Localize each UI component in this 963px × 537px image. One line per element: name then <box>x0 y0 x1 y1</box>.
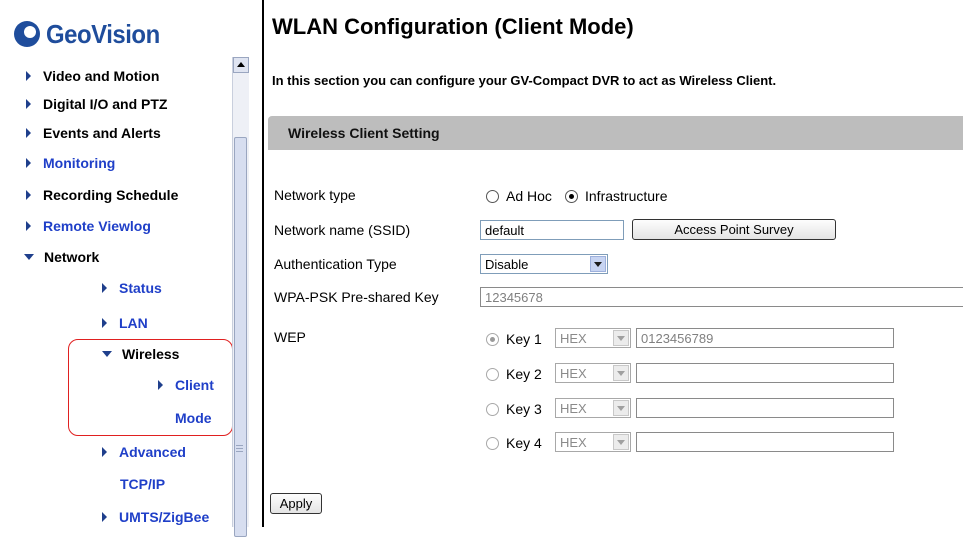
wep-key1-format-select[interactable]: HEX <box>555 328 631 348</box>
auth-type-label: Authentication Type <box>274 256 397 272</box>
wep-key4-radio[interactable] <box>486 437 499 450</box>
nav-item-network[interactable]: Network <box>24 249 99 265</box>
nav-item-video-motion[interactable]: Video and Motion <box>26 68 159 84</box>
expand-arrow-icon <box>26 190 31 200</box>
psk-input[interactable] <box>480 287 963 307</box>
wep-key3-format-select[interactable]: HEX <box>555 398 631 418</box>
nav-item-advanced-tcpip[interactable]: Advanced <box>102 444 186 460</box>
infrastructure-label[interactable]: Infrastructure <box>585 188 667 204</box>
nav-item-events-alerts[interactable]: Events and Alerts <box>26 125 161 141</box>
section-header: Wireless Client Setting <box>268 116 963 150</box>
intro-text: In this section you can configure your G… <box>272 73 777 88</box>
wep-key4-format-select[interactable]: HEX <box>555 432 631 452</box>
wep-key4-label: Key 4 <box>506 435 542 451</box>
wep-key1-format: HEX <box>560 331 587 346</box>
nav-item-label: Monitoring <box>43 155 116 171</box>
apply-button[interactable]: Apply <box>270 493 322 514</box>
main-content: WLAN Configuration (Client Mode) In this… <box>264 0 963 527</box>
nav-item-label: Remote Viewlog <box>43 218 151 234</box>
wep-key4-input[interactable] <box>636 432 894 452</box>
sidebar: GeoVision Video and Motion Digital I/O a… <box>0 0 262 537</box>
wep-key3-input[interactable] <box>636 398 894 418</box>
expand-arrow-icon <box>26 71 31 81</box>
nav-item-label: Advanced <box>119 444 186 460</box>
network-type-label: Network type <box>274 187 356 203</box>
adhoc-label[interactable]: Ad Hoc <box>506 188 552 204</box>
wep-key3-radio[interactable] <box>486 403 499 416</box>
expand-arrow-icon <box>26 221 31 231</box>
expand-arrow-icon <box>102 318 107 328</box>
nav-item-label: LAN <box>119 315 148 331</box>
ssid-label: Network name (SSID) <box>274 222 411 238</box>
nav-item-digital-io-ptz[interactable]: Digital I/O and PTZ <box>26 96 167 112</box>
wep-key2-label: Key 2 <box>506 366 542 382</box>
nav-item-recording-schedule[interactable]: Recording Schedule <box>26 187 178 203</box>
nav-item-label: Events and Alerts <box>43 125 161 141</box>
nav-item-label: Video and Motion <box>43 68 160 84</box>
expand-arrow-icon <box>26 99 31 109</box>
nav-item-remote-viewlog[interactable]: Remote Viewlog <box>26 218 151 234</box>
expand-arrow-icon <box>102 447 107 457</box>
chevron-down-icon[interactable] <box>613 400 629 416</box>
geovision-logo: GeoVision <box>12 14 170 54</box>
geovision-logo-icon <box>12 19 42 49</box>
wep-key1-input[interactable] <box>636 328 894 348</box>
expand-arrow-icon <box>26 128 31 138</box>
chevron-down-icon[interactable] <box>613 434 629 450</box>
wep-key3-label: Key 3 <box>506 401 542 417</box>
section-title: Wireless Client Setting <box>288 125 440 141</box>
scroll-up-icon[interactable] <box>233 57 249 73</box>
expand-arrow-icon <box>102 283 107 293</box>
chevron-down-icon[interactable] <box>613 365 629 381</box>
access-point-survey-button[interactable]: Access Point Survey <box>632 219 836 240</box>
nav-scrollbar[interactable] <box>232 57 249 537</box>
wep-key3-format: HEX <box>560 401 587 416</box>
wep-key2-format-select[interactable]: HEX <box>555 363 631 383</box>
scrollbar-thumb[interactable] <box>234 137 247 537</box>
chevron-down-icon[interactable] <box>613 330 629 346</box>
auth-type-select[interactable]: Disable <box>480 254 608 274</box>
nav-item-label: Digital I/O and PTZ <box>43 96 168 112</box>
wep-label: WEP <box>274 329 306 345</box>
nav-item-label: Network <box>44 249 100 265</box>
brand-name: GeoVision <box>46 18 160 49</box>
nav-item-label: Status <box>119 280 162 296</box>
wep-key1-radio[interactable] <box>486 333 499 346</box>
infrastructure-radio[interactable] <box>565 190 578 203</box>
nav-item-monitoring[interactable]: Monitoring <box>26 155 115 171</box>
auth-type-value: Disable <box>485 257 529 272</box>
selected-item-highlight <box>68 339 233 436</box>
scrollbar-grip-icon <box>236 445 243 453</box>
expand-arrow-icon <box>102 512 107 522</box>
nav-item-advanced-tcpip-line2[interactable]: TCP/IP <box>120 476 165 492</box>
nav-item-label: UMTS/ZigBee <box>119 509 210 525</box>
nav-item-lan[interactable]: LAN <box>102 315 148 331</box>
wep-key4-format: HEX <box>560 435 587 450</box>
chevron-down-icon[interactable] <box>590 256 606 272</box>
nav-item-status[interactable]: Status <box>102 280 162 296</box>
psk-label: WPA-PSK Pre-shared Key <box>274 289 439 305</box>
adhoc-radio[interactable] <box>486 190 499 203</box>
wep-key2-input[interactable] <box>636 363 894 383</box>
nav-item-umts-zigbee[interactable]: UMTS/ZigBee <box>102 509 209 525</box>
wep-key2-radio[interactable] <box>486 368 499 381</box>
expand-arrow-icon <box>26 158 31 168</box>
ssid-input[interactable] <box>480 220 624 240</box>
wep-key2-format: HEX <box>560 366 587 381</box>
nav-item-label: Recording Schedule <box>43 187 179 203</box>
collapse-arrow-icon <box>24 254 34 260</box>
wep-key1-label: Key 1 <box>506 331 542 347</box>
nav-item-label: TCP/IP <box>120 476 166 492</box>
page-title: WLAN Configuration (Client Mode) <box>272 14 634 39</box>
